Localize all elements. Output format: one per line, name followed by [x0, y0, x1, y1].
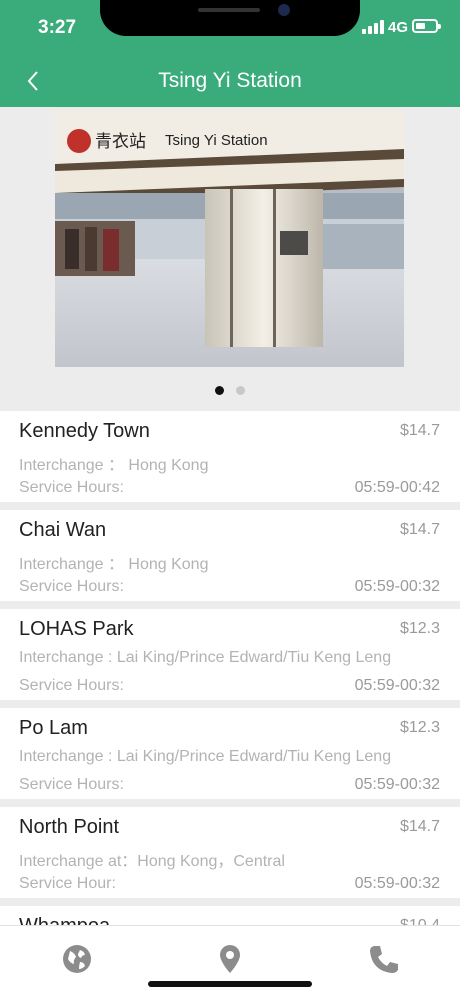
nav-bar: Tsing Yi Station — [0, 56, 460, 107]
service-hours-label: Service Hours: — [19, 578, 124, 595]
sign-text: Tsing Yi Station — [165, 132, 268, 149]
route-name: Po Lam — [19, 717, 88, 739]
route-name: LOHAS Park — [19, 618, 134, 640]
route-price: $14.7 — [399, 818, 440, 835]
device-notch — [100, 0, 360, 36]
route-interchange: Interchange : Lai King/Prince Edward/Tiu… — [19, 649, 392, 666]
globe-icon[interactable] — [60, 942, 94, 976]
list-item[interactable]: Chai Wan $14.7 Interchange ： Hong Kong S… — [0, 510, 460, 601]
route-price: $14.7 — [399, 422, 440, 439]
list-item[interactable]: North Point $14.7 Interchange at：Hong Ko… — [0, 807, 460, 898]
route-interchange: Interchange ： Hong Kong — [19, 556, 209, 573]
carousel-dot[interactable] — [215, 386, 224, 395]
carousel-dot[interactable] — [236, 386, 245, 395]
route-interchange: Interchange ： Hong Kong — [19, 457, 209, 474]
service-hours-label: Service Hours: — [19, 776, 124, 793]
carousel-dots — [0, 382, 460, 400]
list-item[interactable]: Po Lam $12.3 Interchange : Lai King/Prin… — [0, 708, 460, 799]
service-hours: 05:59-00:32 — [354, 875, 440, 892]
route-interchange: Interchange : Lai King/Prince Edward/Tiu… — [19, 748, 392, 765]
service-hours: 05:59-00:42 — [354, 479, 440, 496]
status-time: 3:27 — [38, 17, 77, 38]
route-price: $10.4 — [400, 917, 440, 925]
home-indicator[interactable] — [148, 981, 312, 987]
service-hours-label: Service Hours: — [19, 479, 124, 496]
route-name: Kennedy Town — [19, 420, 150, 442]
service-hours: 05:59-00:32 — [354, 578, 440, 595]
route-name: Chai Wan — [19, 519, 107, 541]
service-hours: 05:59-00:32 — [354, 677, 440, 694]
route-price: $12.3 — [399, 719, 440, 736]
signal-icon — [362, 20, 384, 34]
route-price: $14.7 — [399, 521, 440, 538]
battery-icon — [412, 19, 441, 33]
list-item[interactable]: LOHAS Park $12.3 Interchange : Lai King/… — [0, 609, 460, 700]
service-hours: 05:59-00:32 — [354, 776, 440, 793]
station-photo: 青衣站 Tsing Yi Station — [55, 109, 404, 367]
station-image-carousel[interactable]: 青衣站 Tsing Yi Station — [0, 107, 460, 411]
sign-chinese: 青衣站 — [95, 132, 146, 152]
route-interchange: Interchange at：Hong Kong，Central — [19, 853, 285, 870]
route-name: North Point — [19, 816, 120, 838]
route-name: Whampoa — [19, 915, 110, 925]
location-pin-icon[interactable] — [213, 942, 247, 976]
route-list: Kennedy Town $14.7 Interchange ： Hong Ko… — [0, 411, 460, 925]
list-item[interactable]: Kennedy Town $14.7 Interchange ： Hong Ko… — [0, 411, 460, 502]
service-hours-label: Service Hour: — [19, 875, 116, 892]
list-item[interactable]: Whampoa $10.4 — [0, 906, 460, 925]
phone-icon[interactable] — [366, 942, 400, 976]
network-type: 4G — [388, 19, 409, 36]
service-hours-label: Service Hours: — [19, 677, 124, 694]
route-price: $12.3 — [399, 620, 440, 637]
status-bar: 3:27 4G — [0, 0, 460, 56]
page-title: Tsing Yi Station — [158, 69, 302, 92]
